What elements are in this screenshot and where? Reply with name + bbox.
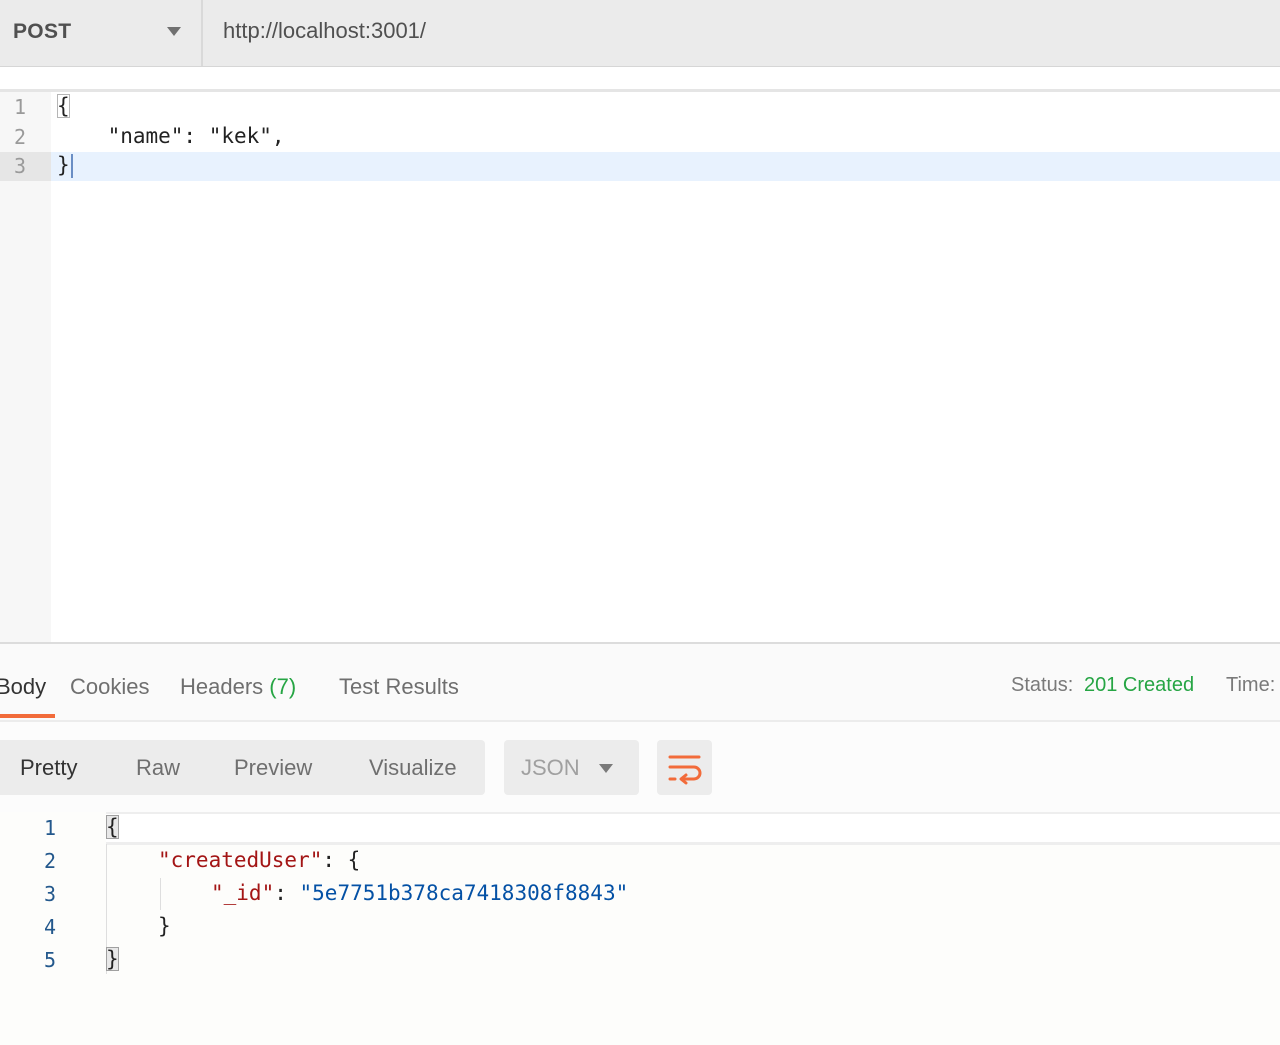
view-mode-group: Pretty Raw Preview Visualize bbox=[0, 740, 485, 795]
indent-guide bbox=[160, 878, 161, 910]
line-number: 5 bbox=[44, 948, 57, 972]
headers-count: (7) bbox=[269, 674, 297, 699]
code-line: } bbox=[57, 153, 70, 177]
view-preview-button[interactable]: Preview bbox=[234, 755, 312, 781]
json-string-value: "5e7751b378ca7418308f8843" bbox=[299, 881, 629, 905]
json-line: "createdUser": { bbox=[158, 848, 360, 872]
chevron-down-icon bbox=[599, 764, 613, 773]
line-number: 3 bbox=[44, 882, 57, 906]
json-open-brace: { bbox=[106, 815, 119, 839]
code-line: "name": "kek", bbox=[57, 124, 285, 148]
status-label: Status: bbox=[1011, 674, 1074, 696]
json-key: "_id" bbox=[211, 881, 275, 905]
active-line bbox=[106, 814, 1280, 845]
tab-body[interactable]: Body bbox=[0, 674, 46, 700]
view-pretty-button[interactable]: Pretty bbox=[20, 755, 77, 781]
line-number: 1 bbox=[14, 95, 27, 119]
text-cursor bbox=[71, 154, 73, 178]
time-label: Time: bbox=[1226, 674, 1276, 696]
view-visualize-button[interactable]: Visualize bbox=[369, 755, 457, 781]
line-number: 1 bbox=[44, 816, 57, 840]
line-number: 4 bbox=[44, 915, 57, 939]
wrap-lines-icon bbox=[668, 755, 702, 785]
response-tabs: Body Cookies Headers (7) Test Results St… bbox=[0, 644, 1280, 722]
tab-test-results[interactable]: Test Results bbox=[339, 674, 459, 700]
json-key: "createdUser" bbox=[158, 848, 323, 872]
status-badge: 201 Created bbox=[1084, 674, 1195, 696]
json-punct: : bbox=[274, 881, 300, 905]
url-input[interactable]: http://localhost:3001/ bbox=[223, 18, 426, 44]
line-number: 3 bbox=[14, 154, 27, 178]
method-label: POST bbox=[13, 20, 72, 43]
request-bar: POST http://localhost:3001/ bbox=[0, 0, 1280, 67]
json-punct: : { bbox=[322, 848, 361, 872]
request-body-editor[interactable]: 1 2 3 { "name": "kek", } bbox=[0, 92, 1280, 642]
line-number: 2 bbox=[44, 849, 57, 873]
json-line: "_id": "5e7751b378ca7418308f8843" bbox=[211, 881, 628, 905]
tab-headers-label: Headers bbox=[180, 674, 264, 699]
tab-headers[interactable]: Headers (7) bbox=[180, 674, 296, 700]
view-raw-button[interactable]: Raw bbox=[136, 755, 180, 781]
chevron-down-icon bbox=[167, 27, 181, 36]
response-body-viewer[interactable]: 1 2 3 4 5 { "createdUser": { "_id": "5e7… bbox=[0, 812, 1280, 1045]
method-select[interactable]: POST bbox=[0, 0, 203, 66]
request-subbar bbox=[0, 67, 1280, 89]
tab-cookies[interactable]: Cookies bbox=[70, 674, 149, 700]
wrap-lines-button[interactable] bbox=[657, 740, 712, 795]
json-inner-close-brace: } bbox=[158, 914, 171, 938]
line-number: 2 bbox=[14, 125, 27, 149]
code-line: { bbox=[57, 94, 70, 118]
active-line bbox=[51, 152, 1280, 181]
format-label: JSON bbox=[521, 755, 580, 780]
format-select[interactable]: JSON bbox=[504, 740, 639, 795]
response-toolbar: Pretty Raw Preview Visualize JSON bbox=[0, 722, 1280, 812]
active-tab-indicator bbox=[0, 714, 55, 718]
json-close-brace: } bbox=[106, 947, 119, 971]
